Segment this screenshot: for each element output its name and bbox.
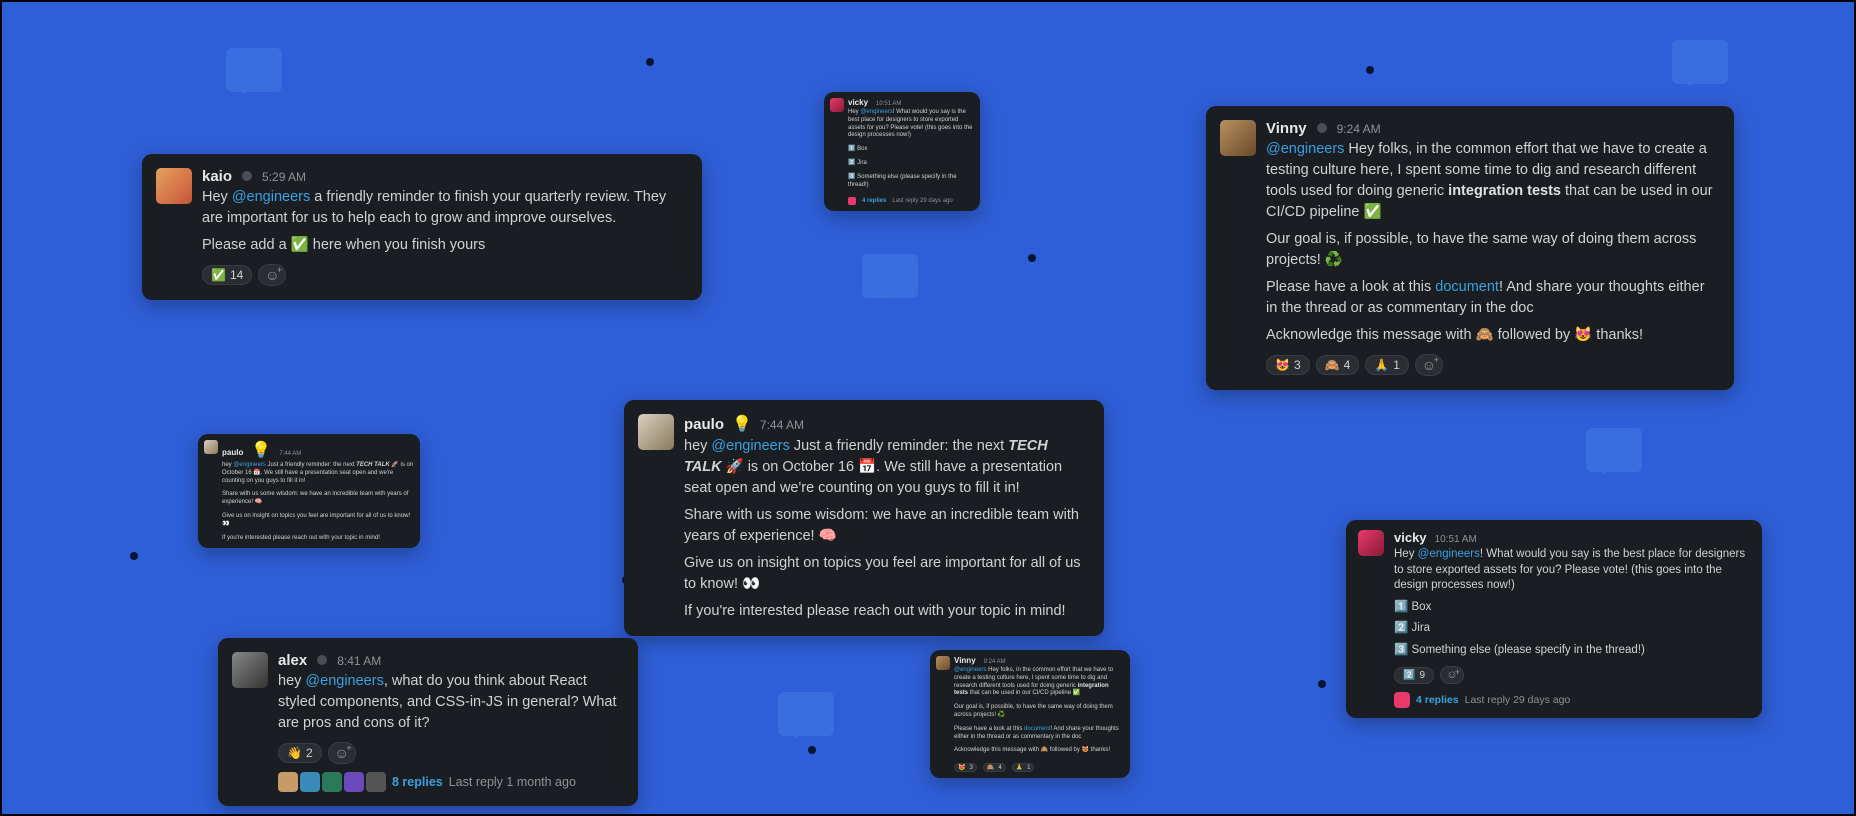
- timestamp: 5:29 AM: [262, 170, 306, 184]
- reaction[interactable]: 🙈 4: [1316, 355, 1360, 375]
- mini-avatar: [344, 772, 364, 792]
- author-name: vicky: [1394, 530, 1427, 545]
- reaction[interactable]: 😻 3: [1266, 355, 1310, 375]
- replies-link[interactable]: 8 replies: [392, 775, 443, 789]
- avatar: [936, 656, 950, 670]
- bg-dot: [646, 58, 654, 66]
- mini-avatar: [1394, 692, 1410, 708]
- reactions-bar: 👋 2 ☺: [278, 742, 622, 764]
- replies-link[interactable]: 4 replies: [1416, 694, 1459, 706]
- doc-link[interactable]: document: [1435, 279, 1499, 295]
- author-name: alex: [278, 652, 307, 669]
- reaction[interactable]: ✅ 14: [202, 265, 252, 285]
- message-card-alex: alex 8:41 AM hey @engineers, what do you…: [218, 638, 638, 806]
- mention[interactable]: @engineers: [1266, 141, 1344, 157]
- add-reaction-button[interactable]: ☺: [1415, 354, 1443, 376]
- presence-dot-icon: [242, 171, 252, 181]
- reactions-bar: 😻 3 🙈 4 🙏 1 ☺: [1266, 354, 1718, 376]
- mini-avatar: [300, 772, 320, 792]
- message-header: kaio 5:29 AM: [202, 168, 686, 185]
- mention[interactable]: @engineers: [711, 438, 789, 454]
- timestamp: 10:51 AM: [1435, 534, 1477, 545]
- message-header: alex 8:41 AM: [278, 652, 622, 669]
- message-card-paulo: paulo 💡 7:44 AM hey @engineers Just a fr…: [624, 400, 1104, 636]
- bg-dot: [1318, 680, 1326, 688]
- mini-avatar: [322, 772, 342, 792]
- timestamp: 9:24 AM: [1337, 122, 1381, 136]
- reactions-bar: ✅ 14 ☺: [202, 264, 686, 286]
- message-card-vicky: vicky 10:51 AM Hey @engineers! What woul…: [1346, 520, 1762, 718]
- author-name: Vinny: [1266, 120, 1307, 137]
- bg-dot: [1028, 254, 1036, 262]
- message-content: hey @engineers, what do you think about …: [278, 671, 622, 734]
- reaction[interactable]: 2️⃣ 9: [1394, 667, 1434, 684]
- thread-avatars: [1394, 692, 1410, 708]
- bg-bubble: [862, 254, 918, 298]
- reaction[interactable]: 👋 2: [278, 743, 322, 763]
- avatar: [156, 168, 192, 204]
- mini-avatar: [366, 772, 386, 792]
- add-reaction-button[interactable]: ☺: [258, 264, 286, 286]
- mention[interactable]: @engineers: [305, 673, 383, 689]
- avatar: [1220, 120, 1256, 156]
- reaction-emoji: ✅: [211, 268, 226, 282]
- avatar: [1358, 530, 1384, 556]
- bg-bubble: [226, 48, 282, 92]
- mention[interactable]: @engineers: [1418, 548, 1480, 560]
- message-card-paulo-small: paulo💡7:44 AM hey @engineers Just a frie…: [198, 434, 420, 548]
- last-reply-text: Last reply 29 days ago: [1465, 694, 1571, 706]
- status-emoji-icon: 💡: [732, 414, 752, 434]
- bg-dot: [130, 552, 138, 560]
- bg-dot: [808, 746, 816, 754]
- author-name: kaio: [202, 168, 232, 185]
- bg-bubble: [778, 692, 834, 736]
- presence-dot-icon: [1317, 123, 1327, 133]
- message-content: hey @engineers Just a friendly reminder:…: [684, 436, 1088, 622]
- mini-avatar: [278, 772, 298, 792]
- avatar: [204, 440, 218, 454]
- reaction-count: 14: [230, 268, 243, 282]
- message-content: @engineers Hey folks, in the common effo…: [1266, 139, 1718, 346]
- message-card-vinny: Vinny 9:24 AM @engineers Hey folks, in t…: [1206, 106, 1734, 390]
- bg-dot: [1366, 66, 1374, 74]
- mention[interactable]: @engineers: [232, 189, 310, 205]
- reaction[interactable]: 🙏 1: [1365, 355, 1409, 375]
- message-content: Hey @engineers a friendly reminder to fi…: [202, 187, 686, 256]
- timestamp: 8:41 AM: [337, 654, 381, 668]
- presence-dot-icon: [317, 655, 327, 665]
- bg-bubble: [1672, 40, 1728, 84]
- last-reply-text: Last reply 1 month ago: [449, 775, 576, 789]
- bg-bubble: [1586, 428, 1642, 472]
- reactions-bar: 2️⃣ 9 ☺: [1394, 666, 1750, 684]
- message-header: Vinny 9:24 AM: [1266, 120, 1718, 137]
- message-card-vinny-small: Vinny9:24 AM @engineers Hey folks, in th…: [930, 650, 1130, 778]
- avatar: [830, 98, 844, 112]
- thread-avatars: [278, 772, 386, 792]
- message-card-kaio: kaio 5:29 AM Hey @engineers a friendly r…: [142, 154, 702, 300]
- thread-summary[interactable]: 8 replies Last reply 1 month ago: [278, 772, 622, 792]
- timestamp: 7:44 AM: [760, 418, 804, 432]
- message-card-vicky-small: vicky10:51 AM Hey @engineers! What would…: [824, 92, 980, 211]
- message-header: vicky 10:51 AM: [1394, 530, 1750, 545]
- author-name: paulo: [684, 416, 724, 433]
- add-reaction-button[interactable]: ☺: [1440, 666, 1464, 684]
- message-header: paulo 💡 7:44 AM: [684, 414, 1088, 434]
- thread-summary[interactable]: 4 replies Last reply 29 days ago: [1394, 692, 1750, 708]
- add-reaction-button[interactable]: ☺: [328, 742, 356, 764]
- avatar: [638, 414, 674, 450]
- message-content: Hey @engineers! What would you say is th…: [1394, 547, 1750, 658]
- avatar: [232, 652, 268, 688]
